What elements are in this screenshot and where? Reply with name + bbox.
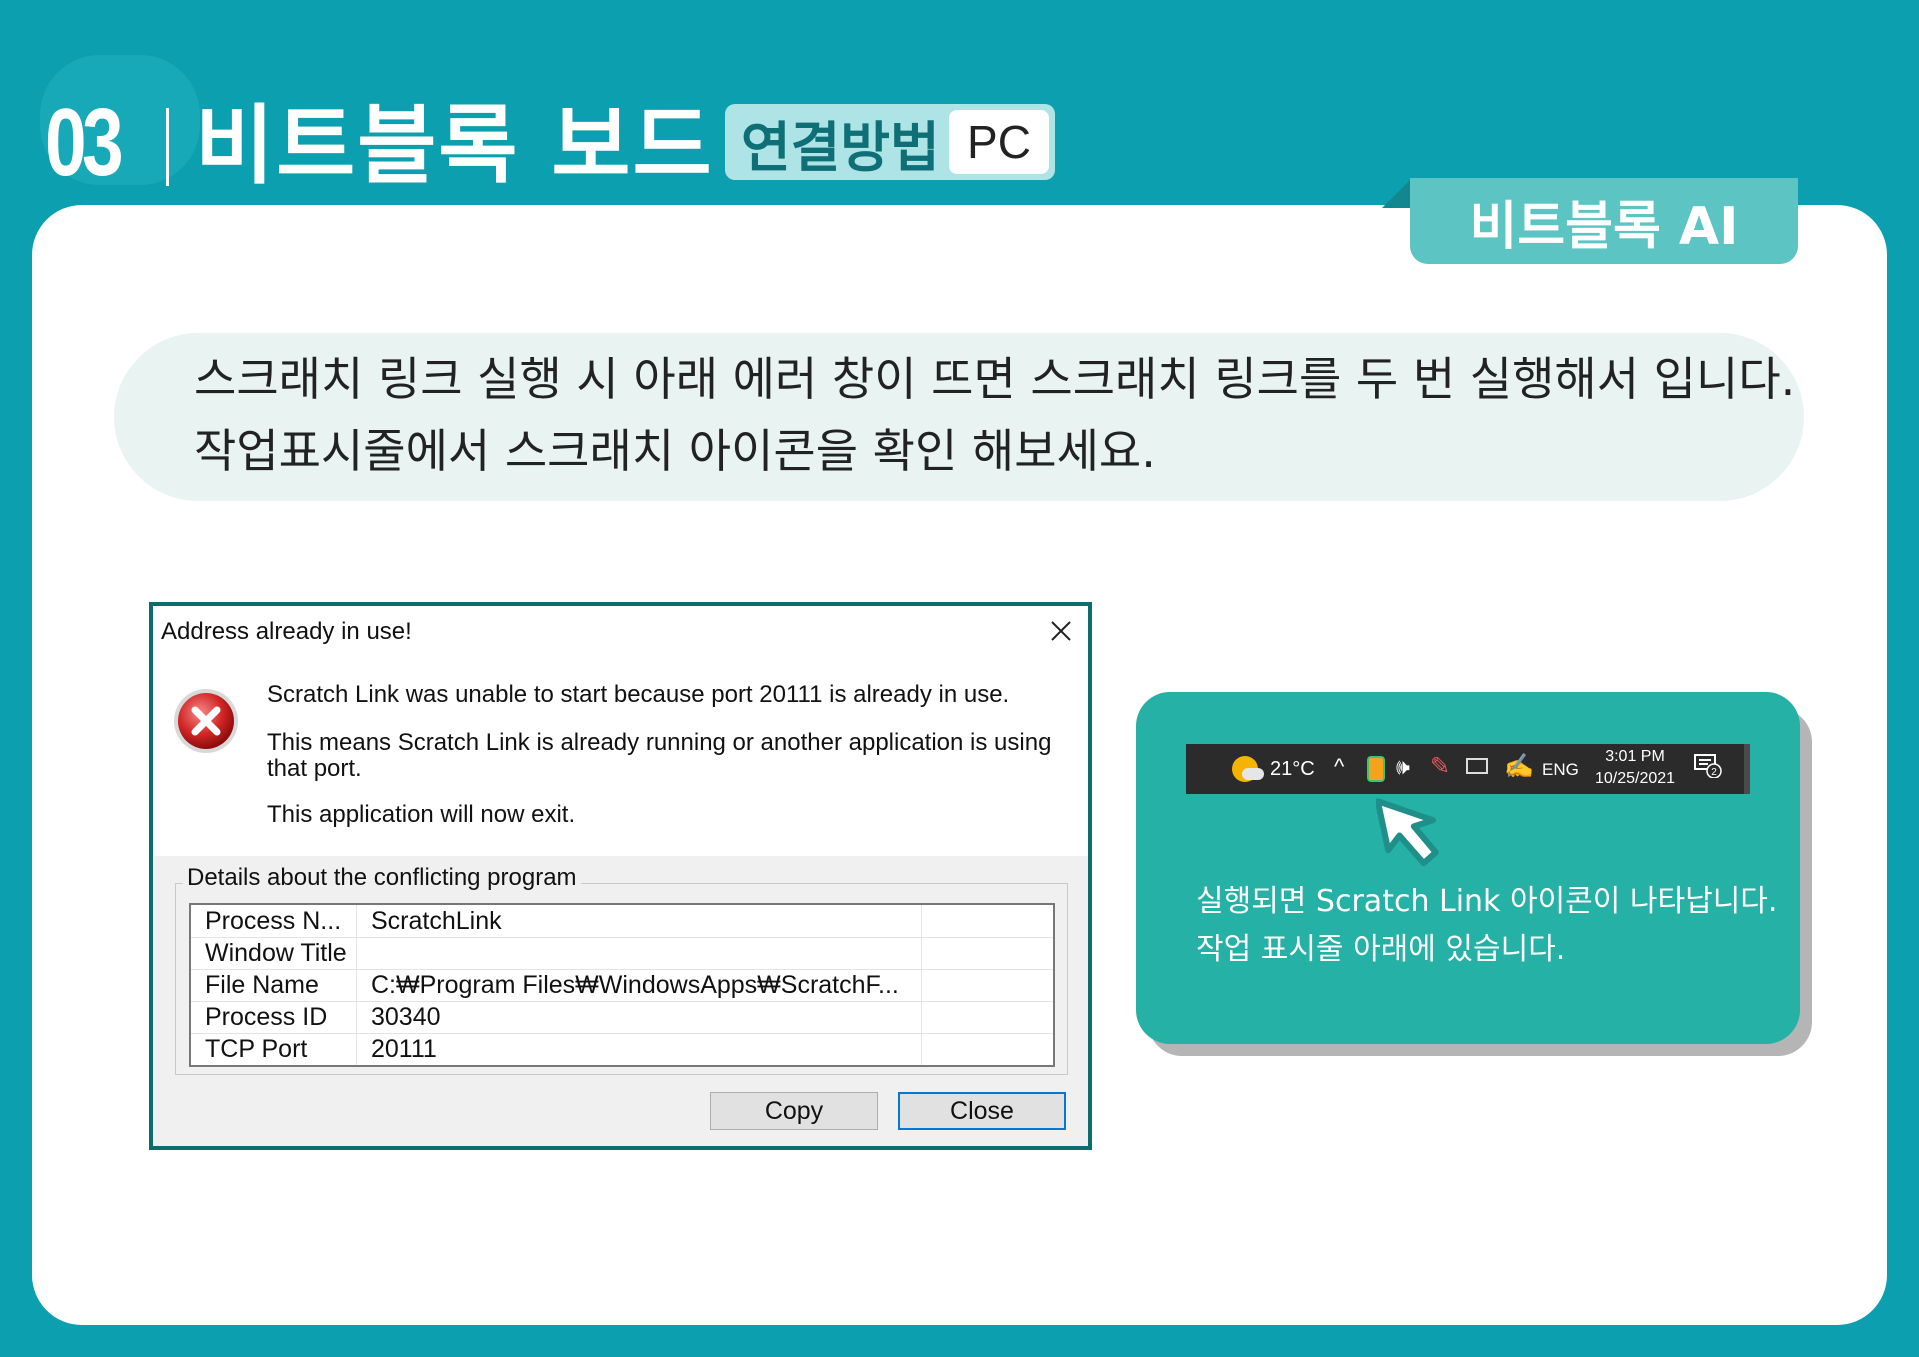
notice-line-2: 작업표시줄에서 스크래치 아이콘을 확인 해보세요. (194, 424, 1156, 478)
weather-icon (1232, 756, 1264, 782)
taskbar-time: 3:01 PM (1605, 748, 1665, 765)
tip-line-1: 실행되면 Scratch Link 아이콘이 나타납니다. (1196, 884, 1778, 919)
row-key: File Name (205, 971, 319, 999)
taskbar-language[interactable]: ENG (1542, 760, 1579, 780)
notice-banner: 스크래치 링크 실행 시 아래 에러 창이 뜨면 스크래치 링크를 두 번 실행… (114, 333, 1804, 501)
table-row[interactable]: TCP Port 20111 (191, 1033, 1053, 1065)
brand-tab-fold (1382, 178, 1412, 208)
header-tag: 연결방법 PC (725, 104, 1055, 180)
close-icon[interactable] (1042, 612, 1080, 650)
table-row[interactable]: Process ID 30340 (191, 1001, 1053, 1034)
row-key: TCP Port (205, 1035, 308, 1063)
table-row[interactable]: Process N... ScratchLink (191, 905, 1053, 938)
notice-line-1: 스크래치 링크 실행 시 아래 에러 창이 뜨면 스크래치 링크를 두 번 실행… (194, 352, 1796, 406)
dialog-titlebar: Address already in use! (153, 606, 1088, 656)
dialog-title: Address already in use! (161, 618, 412, 645)
volume-icon[interactable]: 🕪 (1396, 754, 1410, 780)
notification-count: 2 (1711, 767, 1717, 778)
cursor-arrow-icon (1376, 798, 1439, 867)
dialog-message-2: This means Scratch Link is already runni… (267, 729, 1052, 782)
details-grid: Process N... ScratchLink Window Title Fi… (189, 903, 1055, 1067)
copy-button[interactable]: Copy (710, 1092, 878, 1130)
page-title: 비트블록 보드 (195, 96, 714, 196)
taskbar-clock[interactable]: 3:01 PM 10/25/2021 (1590, 746, 1680, 790)
scratch-link-icon[interactable] (1367, 756, 1385, 782)
row-value: C:₩Program Files₩WindowsApps₩ScratchF... (371, 971, 899, 999)
row-key: Window Title (205, 939, 347, 967)
close-button[interactable]: Close (898, 1092, 1066, 1130)
error-dialog: Address already in use! Scratch Link was… (149, 602, 1092, 1150)
details-group-label: Details about the conflicting program (183, 864, 581, 892)
taskbar-temperature: 21°C (1270, 758, 1315, 780)
section-number: 03 (45, 89, 124, 196)
error-icon (174, 689, 238, 753)
row-value: 20111 (371, 1035, 437, 1063)
dialog-message-3: This application will now exit. (267, 801, 576, 828)
brand-tab: 비트블록 AI (1410, 178, 1798, 264)
row-key: Process N... (205, 907, 342, 935)
taskbar-date: 10/25/2021 (1594, 770, 1676, 787)
table-row[interactable]: File Name C:₩Program Files₩WindowsApps₩S… (191, 969, 1053, 1002)
tip-line-2: 작업 표시줄 아래에 있습니다. (1196, 932, 1566, 967)
dialog-message-1: Scratch Link was unable to start because… (267, 681, 1010, 708)
row-value: ScratchLink (371, 907, 502, 935)
tip-card: 21°C ^ 🕪 ✎ ✍ ENG 3:01 PM 10/25/2021 2 실행… (1136, 692, 1800, 1044)
header-divider (166, 108, 169, 186)
platform-badge: PC (949, 110, 1049, 174)
chevron-up-icon[interactable]: ^ (1334, 754, 1344, 780)
table-row[interactable]: Window Title (191, 937, 1053, 970)
row-key: Process ID (205, 1003, 328, 1031)
taskbar-screenshot: 21°C ^ 🕪 ✎ ✍ ENG 3:01 PM 10/25/2021 2 (1186, 744, 1750, 794)
network-icon[interactable] (1466, 758, 1488, 774)
sign-icon[interactable]: ✍ (1504, 752, 1534, 781)
tag-label: 연결방법 (741, 115, 940, 179)
taskbar-edge (1744, 744, 1750, 794)
pen-icon[interactable]: ✎ (1430, 752, 1450, 781)
row-value: 30340 (371, 1003, 441, 1031)
notification-icon[interactable]: 2 (1694, 754, 1722, 778)
